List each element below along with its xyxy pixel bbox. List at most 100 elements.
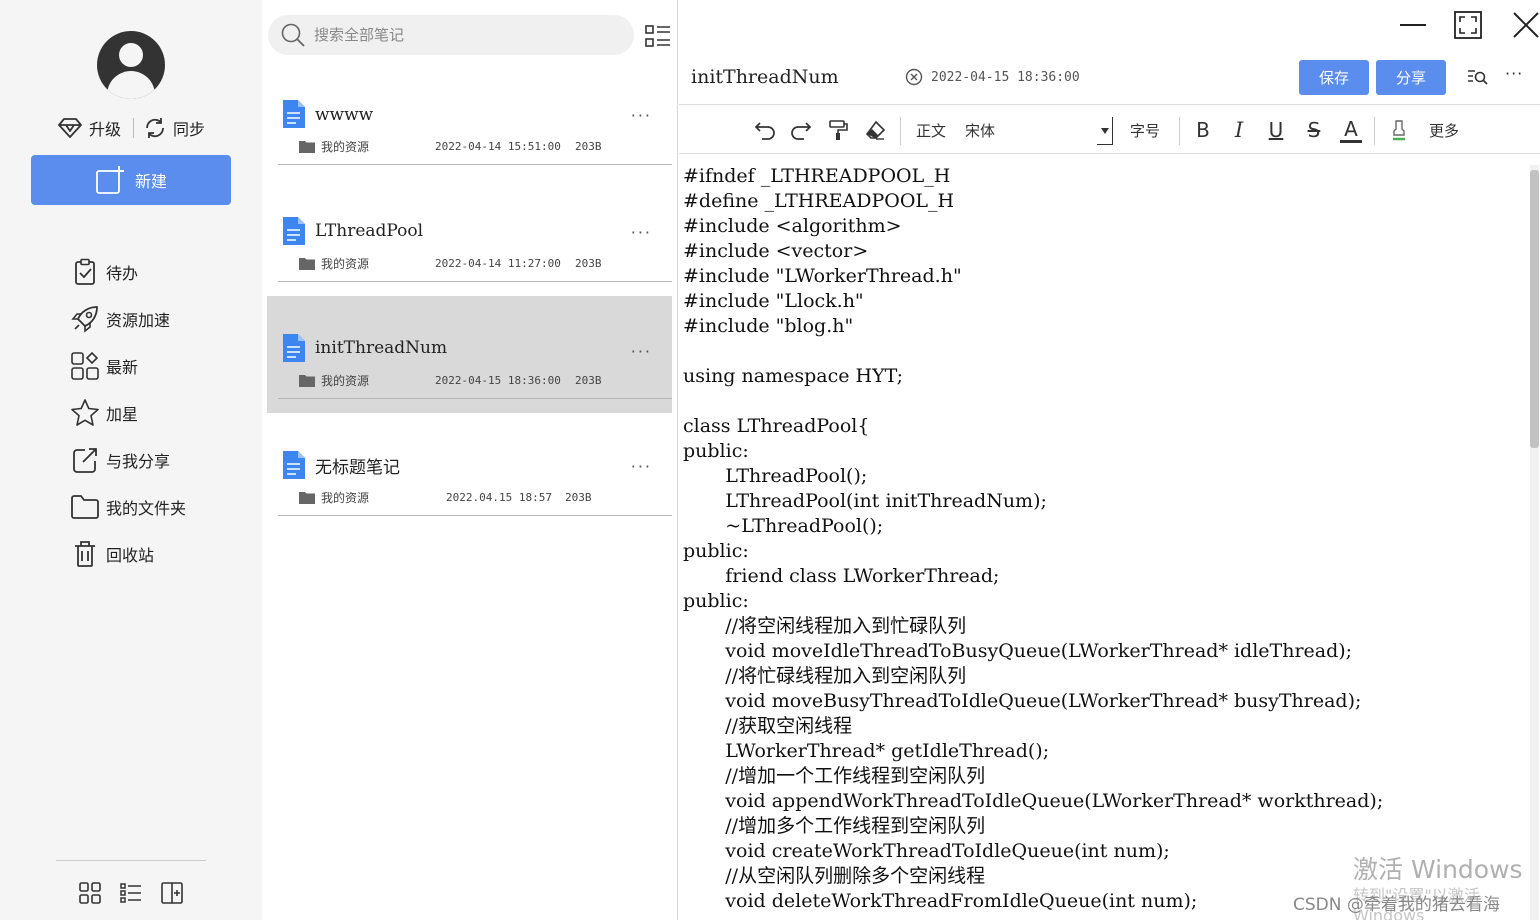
sidebar-item-starred[interactable]: 加星 xyxy=(70,396,138,430)
rocket-icon xyxy=(70,304,100,334)
upgrade-label: 升级 xyxy=(89,120,122,139)
code-line: #include <vector> xyxy=(683,240,869,262)
note-folder-label: 我的资源 xyxy=(321,374,370,388)
minimize-icon[interactable] xyxy=(1398,13,1428,37)
sync-label: 同步 xyxy=(173,120,206,139)
code-line: //获取空闲线程 xyxy=(683,715,853,737)
more-menu-button[interactable]: ··· xyxy=(1505,64,1523,83)
note-size: 203B xyxy=(565,491,592,504)
maximize-icon[interactable] xyxy=(1453,10,1483,40)
code-line: #include "blog.h" xyxy=(683,315,854,337)
grid-recent-icon xyxy=(70,351,100,381)
note-timestamp: 2022-04-15 18:36:00 xyxy=(905,68,1080,86)
eraser-icon[interactable] xyxy=(862,117,888,143)
sidebar-item-trash[interactable]: 回收站 xyxy=(70,537,154,571)
divider xyxy=(900,117,901,145)
list-item-selected[interactable]: initThreadNum ··· 我的资源 2022-04-15 18:36:… xyxy=(267,296,672,413)
sidebar-item-shared[interactable]: 与我分享 xyxy=(70,443,170,477)
note-title: LThreadPool xyxy=(315,221,424,241)
list-item[interactable]: wwww ··· 我的资源 2022-04-14 15:51:00 203B xyxy=(267,78,672,195)
divider xyxy=(1374,117,1375,145)
undo-icon[interactable] xyxy=(752,117,778,143)
list-view-icon[interactable] xyxy=(118,880,144,906)
split-view-icon[interactable] xyxy=(159,880,185,906)
sync-icon xyxy=(146,118,164,138)
note-list-panel: wwww ··· 我的资源 2022-04-14 15:51:00 203B L… xyxy=(262,0,678,920)
list-item[interactable]: LThreadPool ··· 我的资源 2022-04-14 11:27:00… xyxy=(267,195,672,312)
more-format-button[interactable]: 更多 xyxy=(1429,117,1459,143)
code-line: public: xyxy=(683,440,749,462)
note-more-button[interactable]: ··· xyxy=(631,223,652,242)
divider xyxy=(278,515,672,516)
sidebar-item-label: 我的文件夹 xyxy=(106,499,187,518)
csdn-watermark: CSDN @牵着我的猪去看海 xyxy=(1293,895,1500,915)
folder-icon xyxy=(299,375,315,387)
save-button[interactable]: 保存 xyxy=(1299,60,1369,95)
scrollbar-thumb[interactable] xyxy=(1530,170,1539,448)
sidebar-item-accelerate[interactable]: 资源加速 xyxy=(70,302,170,336)
sidebar-item-folders[interactable]: 我的文件夹 xyxy=(70,490,186,524)
windows-activation-watermark: 激活 Windows xyxy=(1353,855,1523,884)
note-time-label: 2022-04-15 18:36:00 xyxy=(931,69,1080,85)
code-line: void moveIdleThreadToBusyQueue(LWorkerTh… xyxy=(683,640,1353,662)
font-family-select[interactable]: 宋体 xyxy=(965,117,995,143)
format-painter-icon[interactable] xyxy=(825,117,851,143)
todo-clipboard-icon xyxy=(70,257,100,287)
divider xyxy=(278,281,672,282)
new-note-button[interactable]: 新建 xyxy=(31,155,231,205)
code-line: //增加一个工作线程到空闲队列 xyxy=(683,765,986,787)
format-toolbar: 正文 宋体 字号 B I U S A 更多 xyxy=(679,104,1540,154)
code-line: public: xyxy=(683,540,749,562)
strikethrough-button[interactable]: S xyxy=(1303,117,1325,143)
close-icon[interactable] xyxy=(1511,10,1540,40)
search-input[interactable] xyxy=(314,26,614,44)
new-note-icon xyxy=(96,166,124,194)
note-date: 2022-04-14 15:51:00 xyxy=(435,140,561,153)
code-line: #ifndef _LTHREADPOOL_H xyxy=(683,165,951,187)
grid-view-icon[interactable] xyxy=(77,880,103,906)
list-item[interactable]: 无标题笔记 ··· 我的资源 2022.04.15 18:57 203B xyxy=(267,429,672,546)
paragraph-style-select[interactable]: 正文 xyxy=(916,117,946,143)
diamond-icon xyxy=(58,118,82,138)
underline-button[interactable]: U xyxy=(1265,117,1287,143)
sidebar-item-recent[interactable]: 最新 xyxy=(70,349,138,383)
font-color-button[interactable]: A xyxy=(1340,117,1362,143)
sidebar-item-label: 资源加速 xyxy=(106,311,171,330)
note-folder-label: 我的资源 xyxy=(321,491,370,505)
divider xyxy=(133,118,134,138)
share-button[interactable]: 分享 xyxy=(1376,60,1446,95)
note-folder: 我的资源 xyxy=(299,372,369,389)
shared-with-me-icon xyxy=(70,445,100,475)
page-title[interactable]: initThreadNum xyxy=(691,66,839,88)
code-line: //增加多个工作线程到空闲队列 xyxy=(683,815,986,837)
italic-button[interactable]: I xyxy=(1228,117,1250,143)
sidebar-item-todo[interactable]: 待办 xyxy=(70,255,138,289)
chevron-down-icon[interactable] xyxy=(1097,117,1113,145)
list-layout-icon[interactable] xyxy=(644,22,672,50)
document-icon xyxy=(283,334,305,362)
avatar[interactable] xyxy=(97,31,165,99)
code-line: friend class LWorkerThread; xyxy=(683,565,1000,587)
upgrade-button[interactable]: 升级 xyxy=(57,115,121,141)
document-icon xyxy=(283,451,305,479)
scrollbar[interactable] xyxy=(1530,165,1539,920)
sync-button[interactable]: 同步 xyxy=(143,115,205,141)
font-size-select[interactable]: 字号 xyxy=(1130,117,1160,143)
redo-icon[interactable] xyxy=(788,117,814,143)
editor-content[interactable]: #ifndef _LTHREADPOOL_H #define _LTHREADPO… xyxy=(683,164,1523,920)
code-line: //将忙碌线程加入到空闲队列 xyxy=(683,665,967,687)
search-box xyxy=(268,15,634,55)
bold-button[interactable]: B xyxy=(1192,117,1214,143)
highlighter-icon[interactable] xyxy=(1388,117,1410,143)
folder-icon xyxy=(299,258,315,270)
editor-panel: initThreadNum 2022-04-15 18:36:00 保存 分享 … xyxy=(679,0,1540,920)
code-line: LThreadPool(); xyxy=(683,465,868,487)
outline-search-icon[interactable] xyxy=(1466,66,1488,88)
code-line: #include "LWorkerThread.h" xyxy=(683,265,962,287)
note-more-button[interactable]: ··· xyxy=(631,457,652,476)
note-more-button[interactable]: ··· xyxy=(631,106,652,125)
search-icon xyxy=(281,23,305,47)
note-more-button[interactable]: ··· xyxy=(631,342,652,361)
code-line: #define _LTHREADPOOL_H xyxy=(683,190,955,212)
